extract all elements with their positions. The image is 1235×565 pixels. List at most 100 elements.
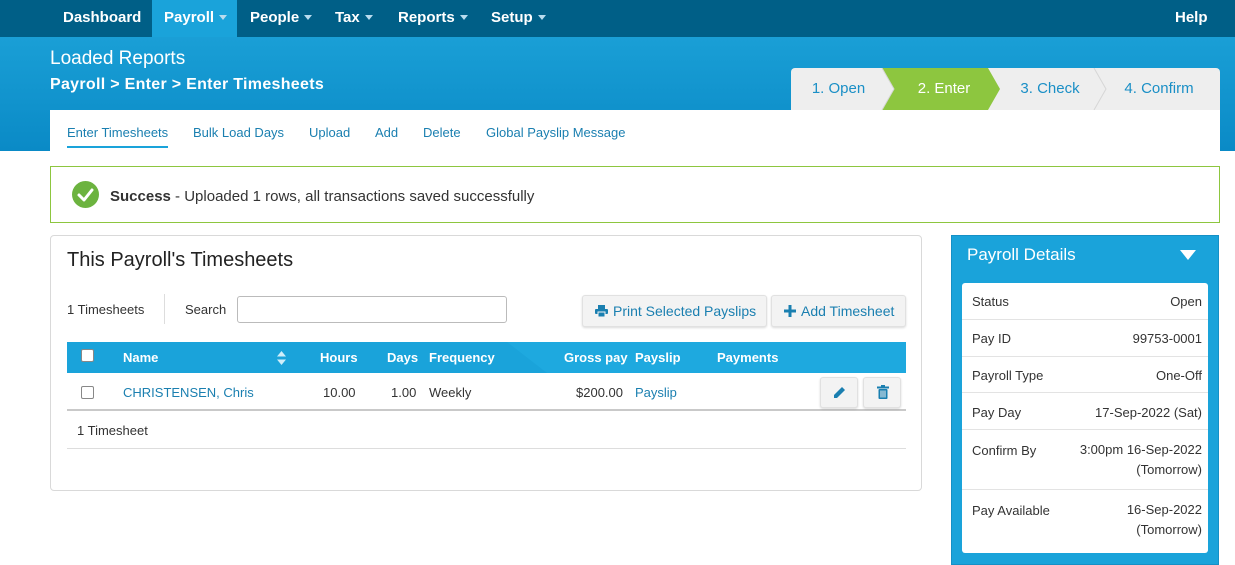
detail-row-status: Status Open	[962, 283, 1208, 320]
column-hours: Hours	[320, 350, 358, 365]
nav-tax[interactable]: Tax	[323, 0, 385, 37]
payroll-details-panel: Payroll Details Status Open Pay ID 99753…	[951, 235, 1219, 565]
panel-title: This Payroll's Timesheets	[67, 249, 294, 271]
detail-value-subtext: (Tomorrow)	[1136, 522, 1202, 537]
step-open[interactable]: 1. Open	[791, 68, 886, 110]
payslip-link[interactable]: Payslip	[635, 385, 677, 400]
sort-icon[interactable]	[277, 351, 286, 370]
breadcrumb: Payroll > Enter > Enter Timesheets	[50, 76, 325, 93]
tab-enter-timesheets[interactable]: Enter Timesheets	[67, 125, 169, 148]
tab-delete[interactable]: Delete	[423, 125, 461, 140]
column-payslip: Payslip	[635, 350, 681, 365]
search-input[interactable]	[237, 296, 507, 323]
nav-reports-label: Reports	[398, 9, 455, 26]
printer-icon	[595, 296, 608, 326]
table-footer: 1 Timesheet	[67, 413, 906, 449]
alert-message: - Uploaded 1 rows, all transactions save…	[170, 188, 535, 205]
nav-payroll-label: Payroll	[164, 9, 215, 26]
cell-hours: 10.00	[323, 385, 356, 400]
select-all-checkbox[interactable]	[81, 349, 94, 362]
timesheets-panel: This Payroll's Timesheets 1 Timesheets S…	[50, 235, 922, 491]
detail-value-text: Open	[1170, 294, 1202, 309]
detail-label: Pay Day	[972, 405, 1022, 420]
payroll-steps: 1. Open 2. Enter 3. Check 4. Confirm	[791, 68, 1220, 110]
detail-row-pay-available: Pay Available 16-Sep-2022 (Tomorrow)	[962, 490, 1208, 550]
print-selected-payslips-button[interactable]: Print Selected Payslips	[582, 295, 767, 327]
step-enter[interactable]: 2. Enter	[894, 68, 994, 110]
cell-gross-pay: $200.00	[576, 385, 623, 400]
detail-label: Confirm By	[972, 443, 1037, 458]
step-check[interactable]: 3. Check	[1000, 68, 1100, 110]
tab-add[interactable]: Add	[375, 125, 398, 140]
detail-value-text: 99753-0001	[1132, 331, 1202, 346]
timesheet-total: 1 Timesheet	[77, 423, 148, 438]
nav-setup-label: Setup	[491, 9, 533, 26]
alert-strong: Success	[110, 188, 171, 205]
add-timesheet-button[interactable]: Add Timesheet	[771, 295, 906, 327]
nav-setup[interactable]: Setup	[479, 0, 558, 37]
detail-value-text: One-Off	[1155, 368, 1202, 383]
chevron-down-icon	[219, 14, 228, 20]
check-circle-icon	[72, 181, 99, 208]
nav-payroll[interactable]: Payroll	[152, 0, 237, 37]
detail-value-text: 16-Sep-2022	[1126, 502, 1202, 517]
delete-button[interactable]	[863, 377, 901, 408]
edit-button[interactable]	[820, 377, 858, 408]
timesheet-count: 1 Timesheets	[67, 302, 145, 317]
detail-value: 3:00pm 16-Sep-2022 (Tomorrow)	[1080, 440, 1202, 480]
nav-dashboard[interactable]: Dashboard	[51, 0, 153, 37]
divider	[164, 294, 165, 324]
detail-label: Status	[972, 294, 1009, 309]
nav-dashboard-label: Dashboard	[63, 9, 142, 26]
details-title: Payroll Details	[967, 245, 1076, 264]
nav-people[interactable]: People	[238, 0, 324, 37]
chevron-down-icon	[364, 14, 373, 20]
cell-days: 1.00	[391, 385, 417, 400]
pencil-icon	[833, 386, 846, 404]
details-body: Status Open Pay ID 99753-0001 Payroll Ty…	[962, 283, 1208, 553]
add-button-label: Add Timesheet	[801, 303, 895, 319]
column-frequency: Frequency	[429, 350, 495, 365]
step-confirm[interactable]: 4. Confirm	[1104, 68, 1214, 110]
table-header: Name Hours Days Frequency Gross pay Pays…	[67, 342, 906, 373]
column-payments: Payments	[717, 350, 779, 365]
success-alert: Success - Uploaded 1 rows, all transacti…	[50, 166, 1220, 223]
detail-value-subtext: (Tomorrow)	[1136, 462, 1202, 477]
detail-value: Open	[1170, 292, 1202, 312]
print-button-label: Print Selected Payslips	[613, 303, 757, 319]
detail-row-payroll-type: Payroll Type One-Off	[962, 357, 1208, 393]
detail-value-text: 3:00pm 16-Sep-2022	[1079, 442, 1202, 457]
tab-upload[interactable]: Upload	[309, 125, 350, 140]
search-label: Search	[185, 302, 227, 317]
column-gross-pay: Gross pay	[564, 350, 628, 365]
trash-icon	[877, 385, 889, 404]
detail-value: 99753-0001	[1133, 329, 1202, 349]
detail-label: Payroll Type	[972, 368, 1044, 383]
column-name[interactable]: Name	[123, 350, 158, 365]
detail-label: Pay ID	[972, 331, 1012, 346]
tab-global-payslip-message[interactable]: Global Payslip Message	[486, 125, 625, 140]
nav-tax-label: Tax	[335, 9, 360, 26]
alert-text: Success - Uploaded 1 rows, all transacti…	[110, 188, 534, 205]
page-title: Loaded Reports	[50, 48, 186, 69]
row-checkbox[interactable]	[81, 386, 94, 399]
nav-people-label: People	[250, 9, 300, 26]
top-navigation-bar: Dashboard Payroll People Tax Reports Set…	[0, 0, 1235, 37]
employee-name-link[interactable]: CHRISTENSEN, Chris	[123, 385, 254, 400]
detail-value: 17-Sep-2022 (Sat)	[1095, 403, 1202, 423]
chevron-down-icon	[304, 14, 313, 20]
chevron-down-icon	[459, 14, 468, 20]
detail-value-text: 17-Sep-2022 (Sat)	[1095, 405, 1202, 420]
collapse-arrow-icon[interactable]	[1180, 250, 1196, 260]
detail-row-pay-id: Pay ID 99753-0001	[962, 320, 1208, 357]
sub-navigation: Enter Timesheets Bulk Load Days Upload A…	[50, 110, 1220, 152]
detail-value: One-Off	[1156, 366, 1202, 386]
detail-value: 16-Sep-2022 (Tomorrow)	[1127, 500, 1202, 540]
detail-row-confirm-by: Confirm By 3:00pm 16-Sep-2022 (Tomorrow)	[962, 430, 1208, 490]
plus-icon	[784, 296, 796, 326]
tab-bulk-load-days[interactable]: Bulk Load Days	[193, 125, 284, 140]
nav-help[interactable]: Help	[1163, 0, 1220, 37]
nav-reports[interactable]: Reports	[386, 0, 480, 37]
cell-frequency: Weekly	[429, 385, 472, 400]
detail-label: Pay Available	[972, 503, 1050, 518]
